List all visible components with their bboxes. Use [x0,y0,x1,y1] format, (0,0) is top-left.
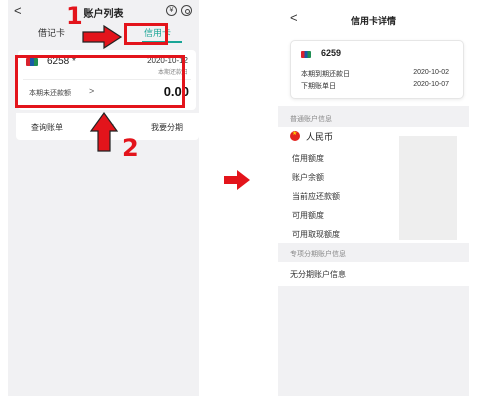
unionpay-logo-icon [301,51,311,58]
installment-account-panel: 无分期账户信息 [278,262,469,286]
red-arrow-up-icon [89,111,119,152]
no-installment-text: 无分期账户信息 [290,270,346,279]
info-row-credit-limit: 信用额度 [292,154,324,163]
info-row-cash-limit: 可用取现额度 [292,230,340,239]
left-header: < 账户列表 ¥ [8,0,199,22]
currency-label: 人民币 [306,132,334,142]
step-number-2: 2 [122,134,139,162]
masked-values [399,136,457,240]
section-title-general: 普通账户信息 [290,116,332,123]
info-row-available-limit: 可用额度 [292,211,324,220]
settings-icon[interactable] [181,5,192,16]
highlight-box-credit-tab [124,23,168,45]
highlight-box-card [15,55,185,108]
next-bill-date-value: 2020-10-07 [413,81,449,88]
info-row-amount-due: 当前应还款额 [292,192,340,201]
section-title-installment: 专项分期账户信息 [290,251,346,258]
credit-card-detail-screen: < 信用卡详情 6259 本期到期还款日 2020-10-02 下期账单日 20… [278,0,469,396]
balance-icon[interactable]: ¥ [166,5,177,16]
red-arrow-right-icon [82,24,123,50]
card-summary-area: 6259 本期到期还款日 2020-10-02 下期账单日 2020-10-07 [278,36,469,106]
page-title: 信用卡详情 [350,16,396,26]
due-date-value: 2020-10-02 [413,69,449,76]
info-row-balance: 账户余额 [292,173,324,182]
general-account-panel: 人民币 信用额度 账户余额 当前应还款额 可用额度 可用取现额度 [278,127,469,243]
installment-button[interactable]: 我要分期 [151,122,183,133]
tab-debit-card[interactable]: 借记卡 [38,26,65,39]
red-arrow-right-icon [224,170,250,190]
next-bill-date-label: 下期账单日 [301,83,336,90]
query-bill-button[interactable]: 查询账单 [31,122,63,133]
china-flag-icon [290,130,300,141]
credit-card-summary: 6259 本期到期还款日 2020-10-02 下期账单日 2020-10-07 [290,40,464,99]
due-date-label: 本期到期还款日 [301,71,350,78]
right-header: < 信用卡详情 [278,0,469,36]
card-number: 6259 [321,48,342,58]
